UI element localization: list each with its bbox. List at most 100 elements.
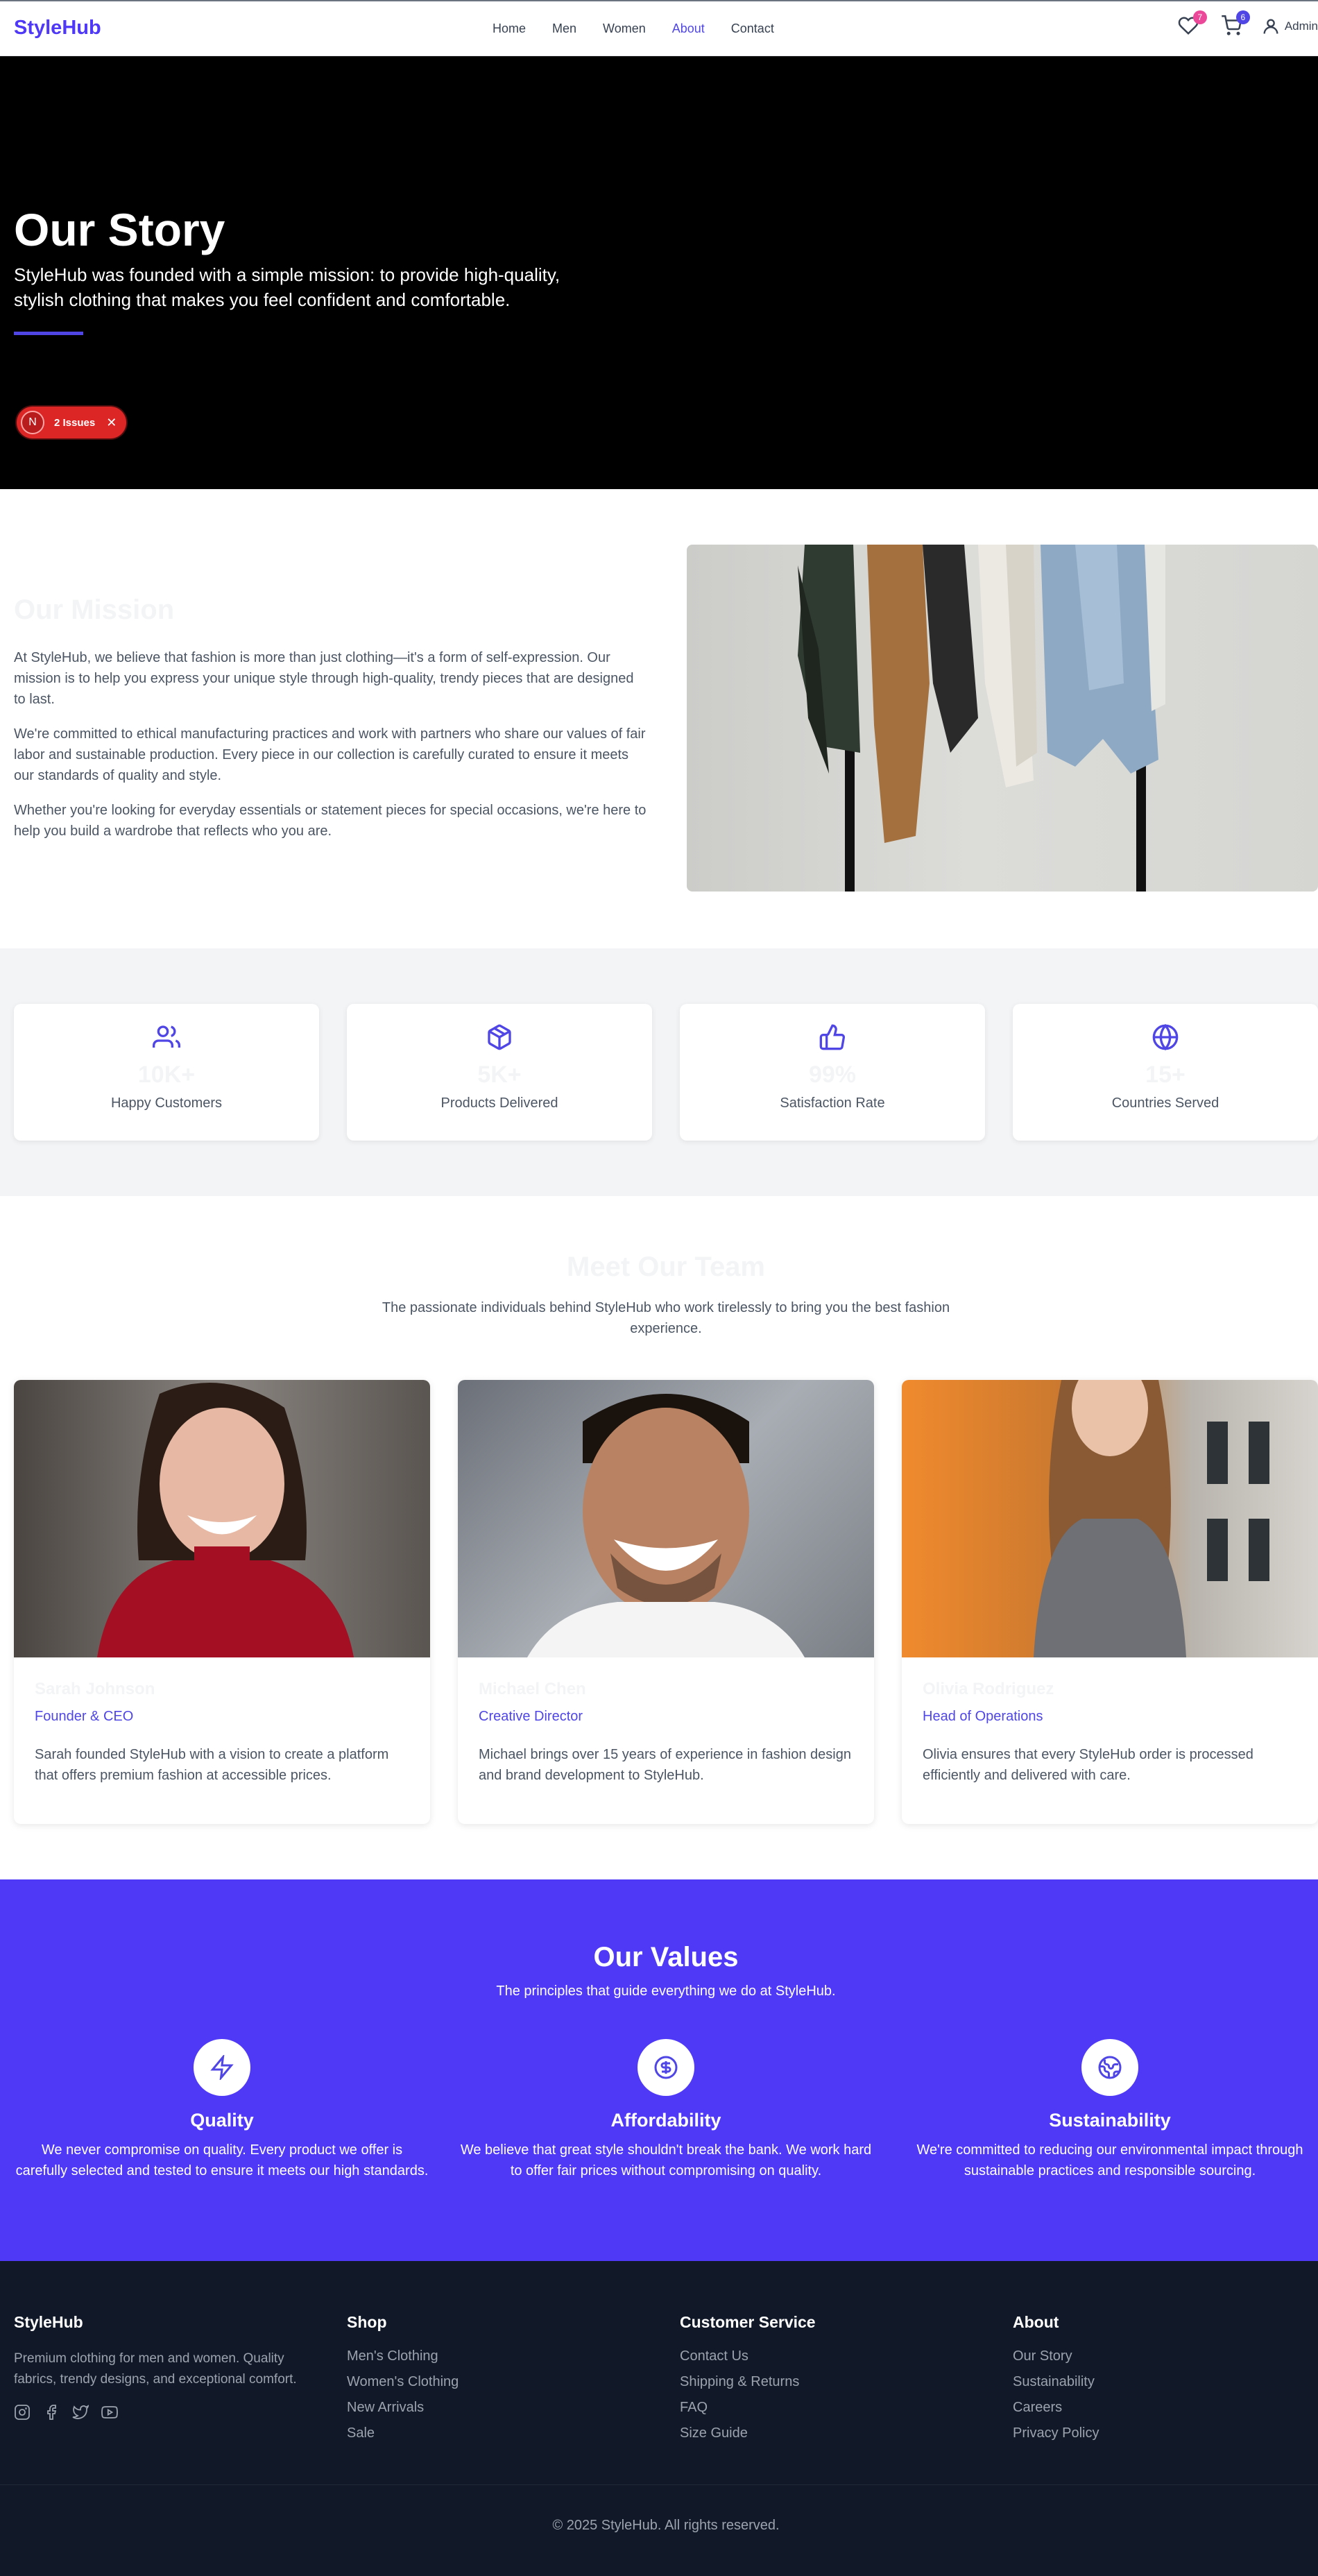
team-member-card: Olivia Rodriguez Head of Operations Oliv… — [902, 1380, 1318, 1824]
team-member-bio: Michael brings over 15 years of experien… — [479, 1747, 851, 1783]
footer-description: Premium clothing for men and women. Qual… — [14, 2351, 297, 2387]
issues-label: 2 Issues — [54, 416, 96, 429]
hero-section: Our Story StyleHub was founded with a si… — [0, 56, 1318, 489]
mission-section: Our Mission At StyleHub, we believe that… — [0, 489, 1318, 948]
footer-link[interactable]: Sustainability — [1013, 2374, 1318, 2390]
footer-link[interactable]: FAQ — [680, 2400, 985, 2416]
value-title: Sustainability — [1049, 2110, 1171, 2131]
nav-link-home[interactable]: Home — [493, 22, 526, 36]
stat-label: Countries Served — [1111, 1095, 1219, 1111]
footer-service-column: Customer Service Contact Us Shipping & R… — [680, 2313, 985, 2451]
wishlist-count-badge: 7 — [1192, 10, 1207, 24]
team-member-name: Michael Chen — [479, 1680, 586, 1698]
team-member-card: Michael Chen Creative Director Michael b… — [458, 1380, 874, 1824]
mission-text: At StyleHub, we believe that fashion is … — [14, 647, 649, 855]
facebook-icon[interactable] — [43, 2404, 60, 2421]
social-links — [14, 2404, 319, 2421]
next-logo-icon: N — [21, 411, 44, 434]
team-section: Meet Our Team The passionate individuals… — [0, 1196, 1318, 1879]
team-member-name: Sarah Johnson — [35, 1680, 155, 1698]
footer-link[interactable]: Size Guide — [680, 2425, 985, 2441]
values-subtitle: The principles that guide everything we … — [496, 1984, 836, 1999]
footer-brand-column: StyleHub Premium clothing for men and wo… — [14, 2313, 319, 2421]
value-icon-circle — [1081, 2039, 1138, 2096]
footer-brand: StyleHub — [14, 2313, 83, 2331]
value-text: We believe that great style shouldn't br… — [460, 2142, 872, 2178]
dev-issues-badge[interactable]: N 2 Issues ✕ — [17, 407, 126, 438]
value-item: Sustainability We're committed to reduci… — [888, 2039, 1318, 2181]
footer-link[interactable]: Shipping & Returns — [680, 2374, 985, 2390]
footer-link[interactable]: Careers — [1013, 2400, 1318, 2416]
team-member-photo — [14, 1380, 430, 1657]
team-member-name: Olivia Rodriguez — [923, 1680, 1054, 1698]
team-member-role: Creative Director — [479, 1709, 583, 1724]
dollar-icon — [654, 2056, 678, 2079]
clothing-rack-illustration — [798, 545, 1165, 892]
value-icon-circle — [194, 2039, 250, 2096]
portrait-illustration — [1034, 1380, 1269, 1657]
mission-paragraph: We're committed to ethical manufacturing… — [14, 726, 646, 783]
mission-paragraph: At StyleHub, we believe that fashion is … — [14, 650, 634, 707]
footer-column-title: Customer Service — [680, 2313, 816, 2331]
footer-link[interactable]: New Arrivals — [347, 2400, 652, 2416]
site-header: StyleHub Home Men Women About Contact 7 … — [0, 0, 1318, 56]
value-icon-circle — [637, 2039, 694, 2096]
footer-link[interactable]: Sale — [347, 2425, 652, 2441]
users-icon — [153, 1025, 181, 1048]
close-icon[interactable]: ✕ — [106, 416, 117, 430]
main-nav: Home Men Women About Contact — [493, 22, 801, 36]
package-icon — [488, 1024, 511, 1050]
nav-link-men[interactable]: Men — [552, 22, 576, 36]
stat-card: 99% Satisfaction Rate — [680, 1004, 985, 1141]
team-member-photo — [902, 1380, 1318, 1657]
value-item: Affordability We believe that great styl… — [444, 2039, 888, 2181]
stat-card: 5K+ Products Delivered — [347, 1004, 652, 1141]
footer-link[interactable]: Privacy Policy — [1013, 2425, 1318, 2441]
stat-label: Happy Customers — [110, 1095, 223, 1111]
team-member-card: Sarah Johnson Founder & CEO Sarah founde… — [14, 1380, 430, 1824]
instagram-icon[interactable] — [14, 2404, 31, 2421]
value-text: We never compromise on quality. Every pr… — [15, 2142, 429, 2178]
globe-icon — [1152, 1023, 1179, 1051]
clothing-rack-image — [687, 545, 1318, 892]
twitter-icon[interactable] — [72, 2404, 89, 2421]
cart-count-badge: 6 — [1235, 10, 1250, 24]
team-member-bio: Olivia ensures that every StyleHub order… — [923, 1747, 1253, 1783]
nav-link-about[interactable]: About — [672, 22, 705, 36]
user-menu[interactable]: Admin — [1261, 17, 1318, 36]
team-member-photo — [458, 1380, 874, 1657]
value-item: Quality We never compromise on quality. … — [0, 2039, 444, 2181]
team-subtitle: The passionate individuals behind StyleH… — [382, 1300, 950, 1336]
value-title: Affordability — [610, 2110, 721, 2131]
stat-value: 10K+ — [137, 1061, 196, 1088]
wishlist-button[interactable]: 7 — [1178, 10, 1207, 37]
team-member-role: Founder & CEO — [35, 1709, 134, 1724]
stat-label: Satisfaction Rate — [780, 1095, 885, 1111]
youtube-icon[interactable] — [101, 2404, 118, 2421]
stat-label: Products Delivered — [440, 1095, 558, 1111]
site-logo[interactable]: StyleHub — [14, 17, 101, 40]
portrait-illustration — [527, 1394, 805, 1657]
hero-subtitle: StyleHub was founded with a simple missi… — [14, 264, 560, 310]
portrait-illustration — [97, 1383, 354, 1657]
header-actions: 7 6 Admin — [1157, 10, 1318, 37]
footer-link[interactable]: Contact Us — [680, 2348, 985, 2364]
footer-link[interactable]: Our Story — [1013, 2348, 1318, 2364]
thumbs-up-icon — [819, 1024, 845, 1050]
values-title: Our Values — [593, 1942, 739, 1972]
footer-link[interactable]: Men's Clothing — [347, 2348, 652, 2364]
footer-link[interactable]: Women's Clothing — [347, 2374, 652, 2390]
lightning-icon — [210, 2055, 234, 2080]
user-menu-label: Admin — [1284, 19, 1318, 33]
cart-button[interactable]: 6 — [1221, 10, 1250, 37]
earth-icon — [1098, 2056, 1122, 2079]
stat-value: 5K+ — [477, 1061, 522, 1088]
value-text: We're committed to reducing our environm… — [916, 2142, 1303, 2178]
nav-link-women[interactable]: Women — [603, 22, 646, 36]
values-section: Our Values The principles that guide eve… — [0, 1879, 1318, 2261]
stat-card: 10K+ Happy Customers — [14, 1004, 319, 1141]
nav-link-contact[interactable]: Contact — [731, 22, 774, 36]
user-icon — [1263, 19, 1278, 34]
team-member-bio: Sarah founded StyleHub with a vision to … — [35, 1747, 389, 1783]
team-title: Meet Our Team — [567, 1252, 765, 1282]
